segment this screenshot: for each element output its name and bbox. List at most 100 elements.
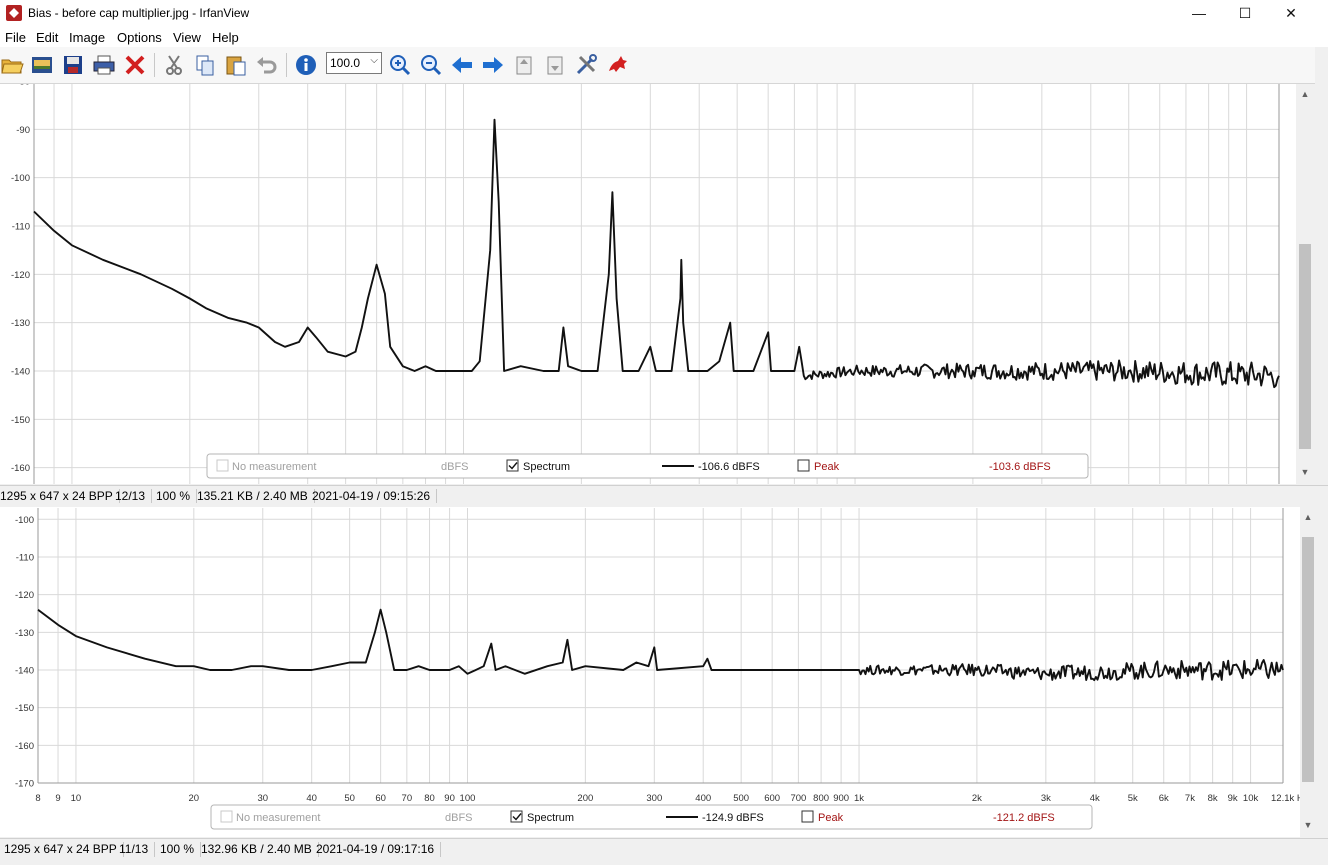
status-filesize: 135.21 KB / 2.40 MB bbox=[197, 489, 315, 504]
x-tick-label: 100 bbox=[460, 793, 476, 804]
menu-help[interactable]: Help bbox=[212, 30, 239, 45]
zoom-select[interactable]: 100.0 ⌵ bbox=[326, 52, 382, 74]
menu-edit[interactable]: Edit bbox=[36, 30, 58, 45]
scrollbar-bottom[interactable]: ▲ ▼ bbox=[1300, 507, 1316, 837]
menu-file[interactable]: File bbox=[5, 30, 26, 45]
x-tick-label: 500 bbox=[733, 793, 749, 804]
x-tick-label: 6k bbox=[1159, 793, 1169, 804]
menu-options[interactable]: Options bbox=[117, 30, 162, 45]
scroll-down-icon[interactable]: ▼ bbox=[1297, 464, 1313, 480]
scroll-down-icon[interactable]: ▼ bbox=[1300, 817, 1316, 833]
x-tick-label: 70 bbox=[402, 793, 413, 804]
save-icon[interactable] bbox=[61, 53, 85, 77]
no-measurement-label: No measurement bbox=[236, 812, 320, 824]
status-index: 11/13 bbox=[119, 842, 156, 857]
no-measurement-unit: dBFS bbox=[445, 812, 473, 824]
no-measurement-checkbox bbox=[216, 459, 229, 472]
status-dimensions: 1295 x 647 x 24 BPP bbox=[4, 842, 124, 857]
menu-view[interactable]: View bbox=[173, 30, 201, 45]
zoom-in-icon[interactable] bbox=[388, 53, 412, 77]
next-icon[interactable] bbox=[481, 53, 505, 77]
maximize-button[interactable]: ☐ bbox=[1222, 0, 1268, 27]
copy-icon[interactable] bbox=[193, 53, 217, 77]
status-filesize: 132.96 KB / 2.40 MB bbox=[201, 842, 319, 857]
zoom-value: 100.0 bbox=[330, 56, 361, 70]
x-tick-label: 900 bbox=[833, 793, 849, 804]
y-tick-label: -130 bbox=[11, 318, 30, 329]
spectrum-chart-top: -80-90-100-110-120-130-140-150-160-17089… bbox=[11, 84, 1280, 484]
y-tick-label: -130 bbox=[15, 628, 34, 639]
y-tick-label: -150 bbox=[15, 703, 34, 714]
legend: No measurement dBFS Spectrum -106.6 dBFS Pea… bbox=[206, 453, 1089, 479]
y-tick-label: -120 bbox=[11, 270, 30, 281]
peak-value: -103.6 dBFS bbox=[989, 461, 1051, 473]
y-tick-label: -90 bbox=[16, 125, 30, 136]
cut-icon[interactable] bbox=[162, 53, 186, 77]
x-tick-label: 800 bbox=[813, 793, 829, 804]
x-tick-label: 8 bbox=[35, 793, 40, 804]
peak-checkbox bbox=[801, 810, 814, 823]
title-bar: Bias - before cap multiplier.jpg - Irfan… bbox=[0, 0, 1328, 28]
toolbar bbox=[0, 47, 1315, 84]
move-up-icon[interactable] bbox=[512, 53, 536, 77]
no-measurement-checkbox bbox=[220, 810, 233, 823]
y-tick-label: -100 bbox=[11, 173, 30, 184]
x-tick-label: 8k bbox=[1208, 793, 1218, 804]
spectrum-checkbox bbox=[506, 459, 519, 472]
spectrum-value: -124.9 dBFS bbox=[702, 812, 764, 824]
image-pane-top[interactable]: -80-90-100-110-120-130-140-150-160-17089… bbox=[0, 84, 1296, 484]
scroll-thumb[interactable] bbox=[1299, 244, 1311, 449]
print-icon[interactable] bbox=[92, 53, 116, 77]
x-tick-label: 10 bbox=[71, 793, 82, 804]
paste-icon[interactable] bbox=[224, 53, 248, 77]
x-tick-label: 80 bbox=[424, 793, 435, 804]
status-datetime: 2021-04-19 / 09:15:26 bbox=[312, 489, 438, 504]
window-title: Bias - before cap multiplier.jpg - Irfan… bbox=[28, 6, 250, 20]
toolbar-separator bbox=[154, 53, 155, 77]
peak-label: Peak bbox=[818, 812, 844, 824]
minimize-button[interactable]: — bbox=[1176, 0, 1222, 27]
peak-checkbox bbox=[797, 459, 810, 472]
x-tick-label: 2k bbox=[972, 793, 982, 804]
x-tick-label: 200 bbox=[577, 793, 593, 804]
y-tick-label: -170 bbox=[15, 779, 34, 790]
scroll-thumb[interactable] bbox=[1302, 537, 1314, 782]
properties-icon[interactable] bbox=[574, 53, 598, 77]
irfanview-logo-icon[interactable] bbox=[605, 53, 629, 77]
scroll-up-icon[interactable]: ▲ bbox=[1300, 509, 1316, 525]
info-icon[interactable] bbox=[294, 53, 318, 77]
delete-icon[interactable] bbox=[123, 53, 147, 77]
status-index: 12/13 bbox=[115, 489, 153, 504]
scroll-up-icon[interactable]: ▲ bbox=[1297, 86, 1313, 102]
x-tick-label: 300 bbox=[646, 793, 662, 804]
y-tick-label: -140 bbox=[15, 665, 34, 676]
image-pane-bottom[interactable]: -100 -110 -120 -130 -140 -150 -160 -170 8 9 10 20 30… bbox=[0, 507, 1300, 837]
x-tick-label: 10k bbox=[1243, 793, 1259, 804]
x-tick-label: 600 bbox=[764, 793, 780, 804]
menu-image[interactable]: Image bbox=[69, 30, 105, 45]
no-measurement-label: No measurement bbox=[232, 461, 316, 473]
spectrum-chart-bottom: -100 -110 -120 -130 -140 -150 -160 -1708 9 10 20 30… bbox=[15, 508, 1300, 830]
peak-value: -121.2 dBFS bbox=[993, 812, 1055, 824]
zoom-out-icon[interactable] bbox=[419, 53, 443, 77]
spectrum-checkbox bbox=[510, 810, 523, 823]
spectrum-value: -106.6 dBFS bbox=[698, 461, 760, 473]
x-tick-label: 20 bbox=[189, 793, 200, 804]
y-tick-label: -80 bbox=[16, 84, 30, 88]
menu-bar: File Edit Image Options View Help bbox=[0, 27, 1328, 47]
irfanview-app-icon[interactable] bbox=[6, 5, 22, 21]
x-tick-label: 5k bbox=[1128, 793, 1138, 804]
y-tick-label: -140 bbox=[11, 367, 30, 378]
previous-icon[interactable] bbox=[450, 53, 474, 77]
move-down-icon[interactable] bbox=[543, 53, 567, 77]
toolbar-separator bbox=[286, 53, 287, 77]
close-button[interactable]: ✕ bbox=[1268, 0, 1314, 27]
spectrum-label: Spectrum bbox=[523, 461, 570, 473]
legend-box bbox=[206, 453, 1089, 479]
y-tick-label: -120 bbox=[15, 590, 34, 601]
undo-icon[interactable] bbox=[255, 53, 279, 77]
open-folder-icon[interactable] bbox=[0, 53, 24, 77]
scrollbar-top[interactable]: ▲ ▼ bbox=[1297, 84, 1313, 484]
no-measurement-unit: dBFS bbox=[441, 461, 469, 473]
thumbnails-icon[interactable] bbox=[30, 53, 54, 77]
